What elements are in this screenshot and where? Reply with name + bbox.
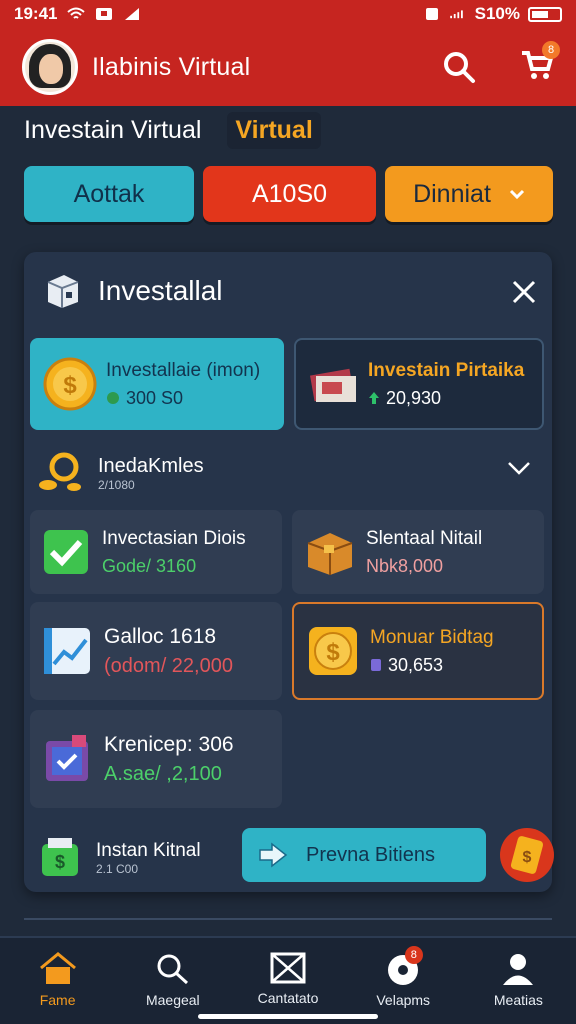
home-icon <box>39 952 76 984</box>
virtual-badge[interactable]: Virtual <box>227 112 321 149</box>
investment-card-gold[interactable]: $ Monuar Bidtag 30,653 <box>292 602 544 700</box>
card-value: (odom/ 22,000 <box>104 654 233 677</box>
avatar[interactable] <box>22 39 78 95</box>
card-value: 20,930 <box>386 387 442 408</box>
preview-button[interactable]: Prevna Bitiens <box>242 828 486 882</box>
home-indicator[interactable] <box>198 1014 378 1019</box>
card-value: Gode/ 3160 <box>102 555 197 576</box>
app-title: Ilabinis Virtual <box>92 52 251 81</box>
investment-card-frame[interactable]: Krenicep: 306 A.sae/ ,2,100 <box>30 710 282 808</box>
picture-frame-icon <box>46 735 88 781</box>
svg-text:$: $ <box>63 372 77 399</box>
dollar-icon <box>107 392 119 404</box>
card-title: Slentaal Nitail <box>366 527 483 549</box>
nav-item-home[interactable]: Fame <box>0 938 115 1024</box>
wallet-icon: $ <box>42 838 78 876</box>
section-subtitle: 2/1080 <box>98 477 135 492</box>
card-title: Monuar Bidtag <box>370 626 494 648</box>
bottom-subtitle: 2.1 C00 <box>96 862 139 876</box>
svg-text:$: $ <box>55 852 65 872</box>
nav-label: Meatias <box>493 992 543 1008</box>
quick-button-2-label: A10S0 <box>251 179 328 208</box>
arrow-tag-icon <box>259 842 288 868</box>
gem-icon <box>371 659 381 671</box>
quick-button-1-label: Aottak <box>73 179 145 208</box>
box-icon <box>47 275 79 308</box>
card-value: 300 S0 <box>126 387 184 408</box>
battery-icon <box>528 6 562 22</box>
nav-badge: 8 <box>404 946 423 964</box>
panel-title: Investallal <box>98 275 223 306</box>
nav-item-notifications[interactable]: 8 Velapms <box>346 938 461 1024</box>
notification-icon <box>96 8 113 20</box>
card-value: 30,653 <box>388 654 444 675</box>
section-header[interactable]: InedaKmles 2/1080 <box>38 448 538 498</box>
arrow-up-icon <box>369 392 379 404</box>
envelope-icon <box>270 952 306 984</box>
investment-card-chart[interactable]: Galloc 1618 (odom/ 22,000 <box>30 602 282 700</box>
bottom-title: Instan Kitnal <box>96 840 201 861</box>
card-title: Krenicep: 306 <box>104 732 234 756</box>
close-icon[interactable] <box>510 278 538 306</box>
sub-header: Investain Virtual Virtual <box>24 112 321 149</box>
quick-dropdown-button[interactable]: Dinniat <box>385 166 553 222</box>
card-title: Invectasian Diois <box>102 527 246 549</box>
investment-card-cash[interactable]: Investain Pirtaika 20,930 <box>294 338 544 430</box>
nav-label: Maegeal <box>145 992 200 1008</box>
trend-chart-icon <box>44 628 90 674</box>
card-value: Nbk8,000 <box>366 555 444 576</box>
investment-card-chest[interactable]: Slentaal Nitail Nbk8,000 <box>292 510 544 594</box>
nav-label: Cantatato <box>257 990 319 1006</box>
card-value: A.sae/ ,2,100 <box>104 762 222 785</box>
status-time: 19:41 <box>14 4 58 23</box>
signal-icon <box>125 8 140 20</box>
bottom-nav: Fame Maegeal Cantatato 8 Velapms Meatias <box>0 936 576 1024</box>
check-icon <box>44 530 88 574</box>
divider <box>24 918 552 920</box>
quick-button-1[interactable]: Aottak <box>24 166 194 222</box>
investment-card-coins[interactable]: $ Investallaie (imon) 300 S0 <box>30 338 284 430</box>
nfc-icon <box>425 8 438 20</box>
svg-text:$: $ <box>326 639 340 666</box>
cart-button[interactable]: 8 <box>520 40 560 86</box>
user-icon <box>503 954 534 985</box>
search-icon[interactable] <box>442 50 476 84</box>
nav-label: Fame <box>39 992 76 1008</box>
card-title: Galloc 1618 <box>104 624 217 648</box>
nav-label: Velapms <box>376 992 431 1008</box>
coin-icon: $ <box>43 357 97 411</box>
quick-button-3-label: Dinniat <box>413 179 491 208</box>
quick-button-2[interactable]: A10S0 <box>203 166 376 222</box>
gold-coin-icon: $ <box>309 627 357 675</box>
nav-item-contact[interactable]: Cantatato <box>230 938 345 1024</box>
chevron-down-icon[interactable] <box>506 460 532 476</box>
cellular-icon <box>449 10 463 19</box>
cash-stack-icon <box>310 368 356 402</box>
app-bar: Ilabinis Virtual 8 <box>0 28 576 106</box>
cart-badge: 8 <box>542 40 560 59</box>
quick-actions: Aottak A10S0 Dinniat <box>24 166 553 222</box>
battery-percent: S10% <box>474 4 520 23</box>
status-bar: 19:41 S10% <box>0 0 576 28</box>
wifi-icon <box>67 7 86 19</box>
magnifier-icon <box>157 954 188 985</box>
nav-item-profile[interactable]: Meatias <box>461 938 576 1024</box>
coin-ring-icon <box>39 452 81 491</box>
chevron-down-icon <box>509 189 524 199</box>
panel-bottom-row: $ Instan Kitnal 2.1 C00 Prevna Bitiens $ <box>38 824 554 892</box>
preview-button-label: Prevna Bitiens <box>306 843 435 866</box>
treasure-chest-icon <box>307 533 353 575</box>
investment-card-check[interactable]: Invectasian Diois Gode/ 3160 <box>30 510 282 594</box>
investment-panel: Investallal $ Investallaie (imon) 300 S0… <box>24 252 554 892</box>
sub-header-title: Investain Virtual <box>24 116 202 144</box>
svg-text:$: $ <box>523 849 532 866</box>
section-title: InedaKmles <box>98 454 204 477</box>
gold-bar-badge-icon[interactable]: $ <box>498 826 556 884</box>
card-title: Investallaie (imon) <box>106 359 261 381</box>
card-title: Investain Pirtaika <box>368 359 525 381</box>
nav-item-search[interactable]: Maegeal <box>115 938 230 1024</box>
